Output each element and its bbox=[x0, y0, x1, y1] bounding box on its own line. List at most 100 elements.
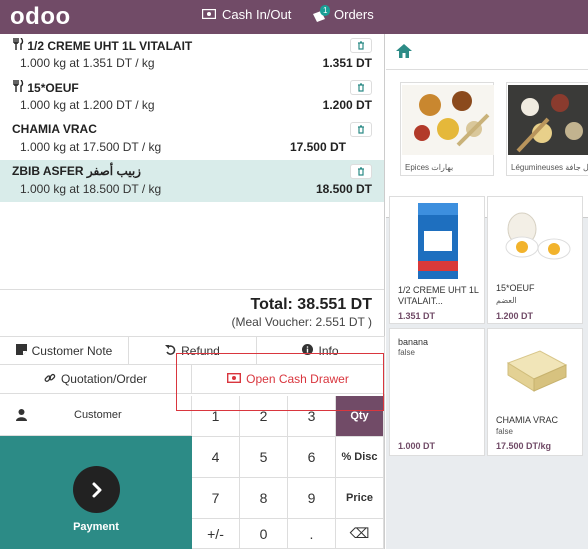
orders-button[interactable]: 1 Orders bbox=[312, 4, 374, 22]
open-cash-drawer-button[interactable]: Open Cash Drawer bbox=[192, 365, 385, 394]
customer-button[interactable]: Customer bbox=[0, 396, 192, 436]
trash-icon bbox=[357, 163, 365, 181]
numpad-key-1[interactable]: 1 bbox=[192, 396, 240, 437]
product-image bbox=[418, 203, 458, 279]
order-line-price: 18.500 DT bbox=[315, 182, 372, 196]
product-price: 1.351 DT bbox=[398, 311, 436, 321]
customer-label: Customer bbox=[74, 409, 122, 421]
numpad-key-8[interactable]: 8 bbox=[240, 478, 288, 519]
order-line-name: CHAMIA VRAC bbox=[12, 122, 97, 136]
order-line-price: 17.500 DT bbox=[289, 140, 346, 154]
order-line[interactable]: CHAMIA VRAC 1.000 kg at 17.500 DT / kg 1… bbox=[0, 118, 384, 160]
divider bbox=[0, 289, 384, 290]
product-card[interactable]: 15*OEUF العضم 1.200 DT bbox=[487, 196, 583, 324]
order-line-name-wrap: 15*OEUF bbox=[12, 79, 79, 95]
price-mode-button[interactable]: Price bbox=[336, 478, 384, 519]
odoo-logo: odoo bbox=[10, 3, 71, 30]
product-image bbox=[494, 205, 578, 269]
orders-count-badge: 1 bbox=[320, 4, 331, 16]
cash-in-out-button[interactable]: Cash In/Out bbox=[201, 7, 292, 22]
payment-label: Payment bbox=[73, 521, 119, 533]
numpad-key-0[interactable]: 0 bbox=[240, 519, 288, 549]
numpad-key-9[interactable]: 9 bbox=[288, 478, 336, 519]
product-price: 17.500 DT/kg bbox=[496, 441, 552, 451]
product-subtitle: false bbox=[398, 348, 415, 357]
customer-note-label: Customer Note bbox=[31, 343, 113, 358]
home-icon[interactable] bbox=[396, 44, 412, 63]
product-screen: Epices بهارات Légumineuses بقول جافة 1/2… bbox=[386, 34, 588, 549]
fork-knife-icon bbox=[12, 79, 27, 95]
quotation-order-button[interactable]: Quotation/Order bbox=[0, 365, 192, 394]
link-icon bbox=[44, 372, 56, 387]
order-totals: Total: 38.551 DT (Meal Voucher: 2.551 DT… bbox=[231, 296, 372, 329]
numpad-key-3[interactable]: 3 bbox=[288, 396, 336, 437]
order-line-price: 1.200 DT bbox=[322, 98, 372, 112]
delete-line-button[interactable] bbox=[350, 38, 372, 53]
product-name: CHAMIA VRAC bbox=[496, 415, 559, 425]
delete-line-button[interactable] bbox=[350, 122, 372, 137]
numpad-key-5[interactable]: 5 bbox=[240, 437, 288, 478]
info-button[interactable]: Info bbox=[257, 336, 385, 365]
order-line-name: 1/2 CREME UHT 1L VITALAIT bbox=[27, 39, 193, 53]
note-icon bbox=[15, 343, 27, 358]
product-card[interactable]: 1/2 CREME UHT 1L VITALAIT... 1.351 DT bbox=[389, 196, 485, 324]
category-label: Légumineuses بقول جافة bbox=[511, 163, 588, 172]
order-line-detail: 1.000 kg at 1.200 DT / kg bbox=[20, 98, 155, 112]
quotation-order-label: Quotation/Order bbox=[60, 372, 148, 386]
product-name: 1/2 CREME UHT 1L VITALAIT... bbox=[398, 285, 479, 306]
spices-image bbox=[402, 85, 494, 155]
order-line[interactable]: 15*OEUF 1.000 kg at 1.200 DT / kg 1.200 … bbox=[0, 76, 384, 118]
discount-mode-button[interactable]: % Disc bbox=[336, 437, 384, 478]
cash-icon bbox=[201, 7, 217, 22]
orders-label: Orders bbox=[334, 7, 374, 22]
legumes-image bbox=[508, 85, 588, 155]
product-subtitle: العضم bbox=[496, 296, 517, 305]
customer-note-button[interactable]: Customer Note bbox=[0, 336, 129, 365]
numpad-key-2[interactable]: 2 bbox=[240, 396, 288, 437]
money-icon bbox=[227, 372, 242, 386]
order-line-price: 1.351 DT bbox=[322, 56, 372, 70]
product-subtitle: false bbox=[496, 427, 513, 436]
trash-icon bbox=[357, 37, 365, 55]
category-label: Epices بهارات bbox=[405, 163, 454, 172]
backspace-key[interactable]: ⌫ bbox=[336, 519, 384, 549]
order-line-name: ZBIB ASFER زبيب أصفر bbox=[12, 164, 141, 178]
order-line-detail: 1.000 kg at 17.500 DT / kg bbox=[20, 140, 162, 154]
cash-in-out-label: Cash In/Out bbox=[222, 7, 292, 22]
payment-arrow-icon bbox=[73, 466, 120, 513]
numpad-key-7[interactable]: 7 bbox=[192, 478, 240, 519]
undo-icon bbox=[165, 344, 176, 358]
numpad-key-4[interactable]: 4 bbox=[192, 437, 240, 478]
product-price: 1.000 DT bbox=[398, 441, 436, 451]
product-image bbox=[506, 350, 568, 392]
numpad-key-decimal[interactable]: . bbox=[288, 519, 336, 549]
numpad-left: Customer Payment bbox=[0, 396, 192, 549]
open-cash-drawer-label: Open Cash Drawer bbox=[246, 372, 349, 386]
payment-button[interactable]: Payment bbox=[0, 436, 192, 549]
product-card[interactable]: CHAMIA VRAC false 17.500 DT/kg bbox=[487, 328, 583, 456]
order-total: Total: 38.551 DT bbox=[250, 296, 372, 313]
top-bar: odoo Cash In/Out 1 Orders bbox=[0, 0, 588, 34]
delete-line-button[interactable] bbox=[350, 80, 372, 95]
info-label: Info bbox=[318, 343, 339, 358]
category-tile[interactable]: Epices بهارات bbox=[400, 82, 494, 176]
delete-line-button[interactable] bbox=[350, 164, 372, 179]
product-name: banana bbox=[398, 337, 429, 347]
product-price: 1.200 DT bbox=[496, 311, 534, 321]
trash-icon bbox=[357, 121, 365, 139]
numpad-key-plus-minus[interactable]: +/- bbox=[192, 519, 240, 549]
category-tile[interactable]: Légumineuses بقول جافة bbox=[506, 82, 588, 176]
fork-knife-icon bbox=[12, 37, 27, 53]
meal-voucher-total: (Meal Voucher: 2.551 DT ) bbox=[231, 315, 372, 329]
product-card[interactable]: banana false 1.000 DT bbox=[389, 328, 485, 456]
numpad-key-6[interactable]: 6 bbox=[288, 437, 336, 478]
order-line[interactable]: 1/2 CREME UHT 1L VITALAIT 1.000 kg at 1.… bbox=[0, 34, 384, 76]
info-icon bbox=[302, 343, 314, 358]
qty-mode-button[interactable]: Qty bbox=[336, 396, 384, 437]
product-name: 15*OEUF bbox=[496, 283, 535, 293]
user-icon bbox=[16, 409, 27, 424]
refund-button[interactable]: Refund bbox=[129, 336, 257, 365]
refund-label: Refund bbox=[181, 343, 220, 358]
order-line-selected[interactable]: ZBIB ASFER زبيب أصفر 1.000 kg at 18.500 … bbox=[0, 160, 384, 202]
order-line-name-wrap: 1/2 CREME UHT 1L VITALAIT bbox=[12, 37, 193, 53]
